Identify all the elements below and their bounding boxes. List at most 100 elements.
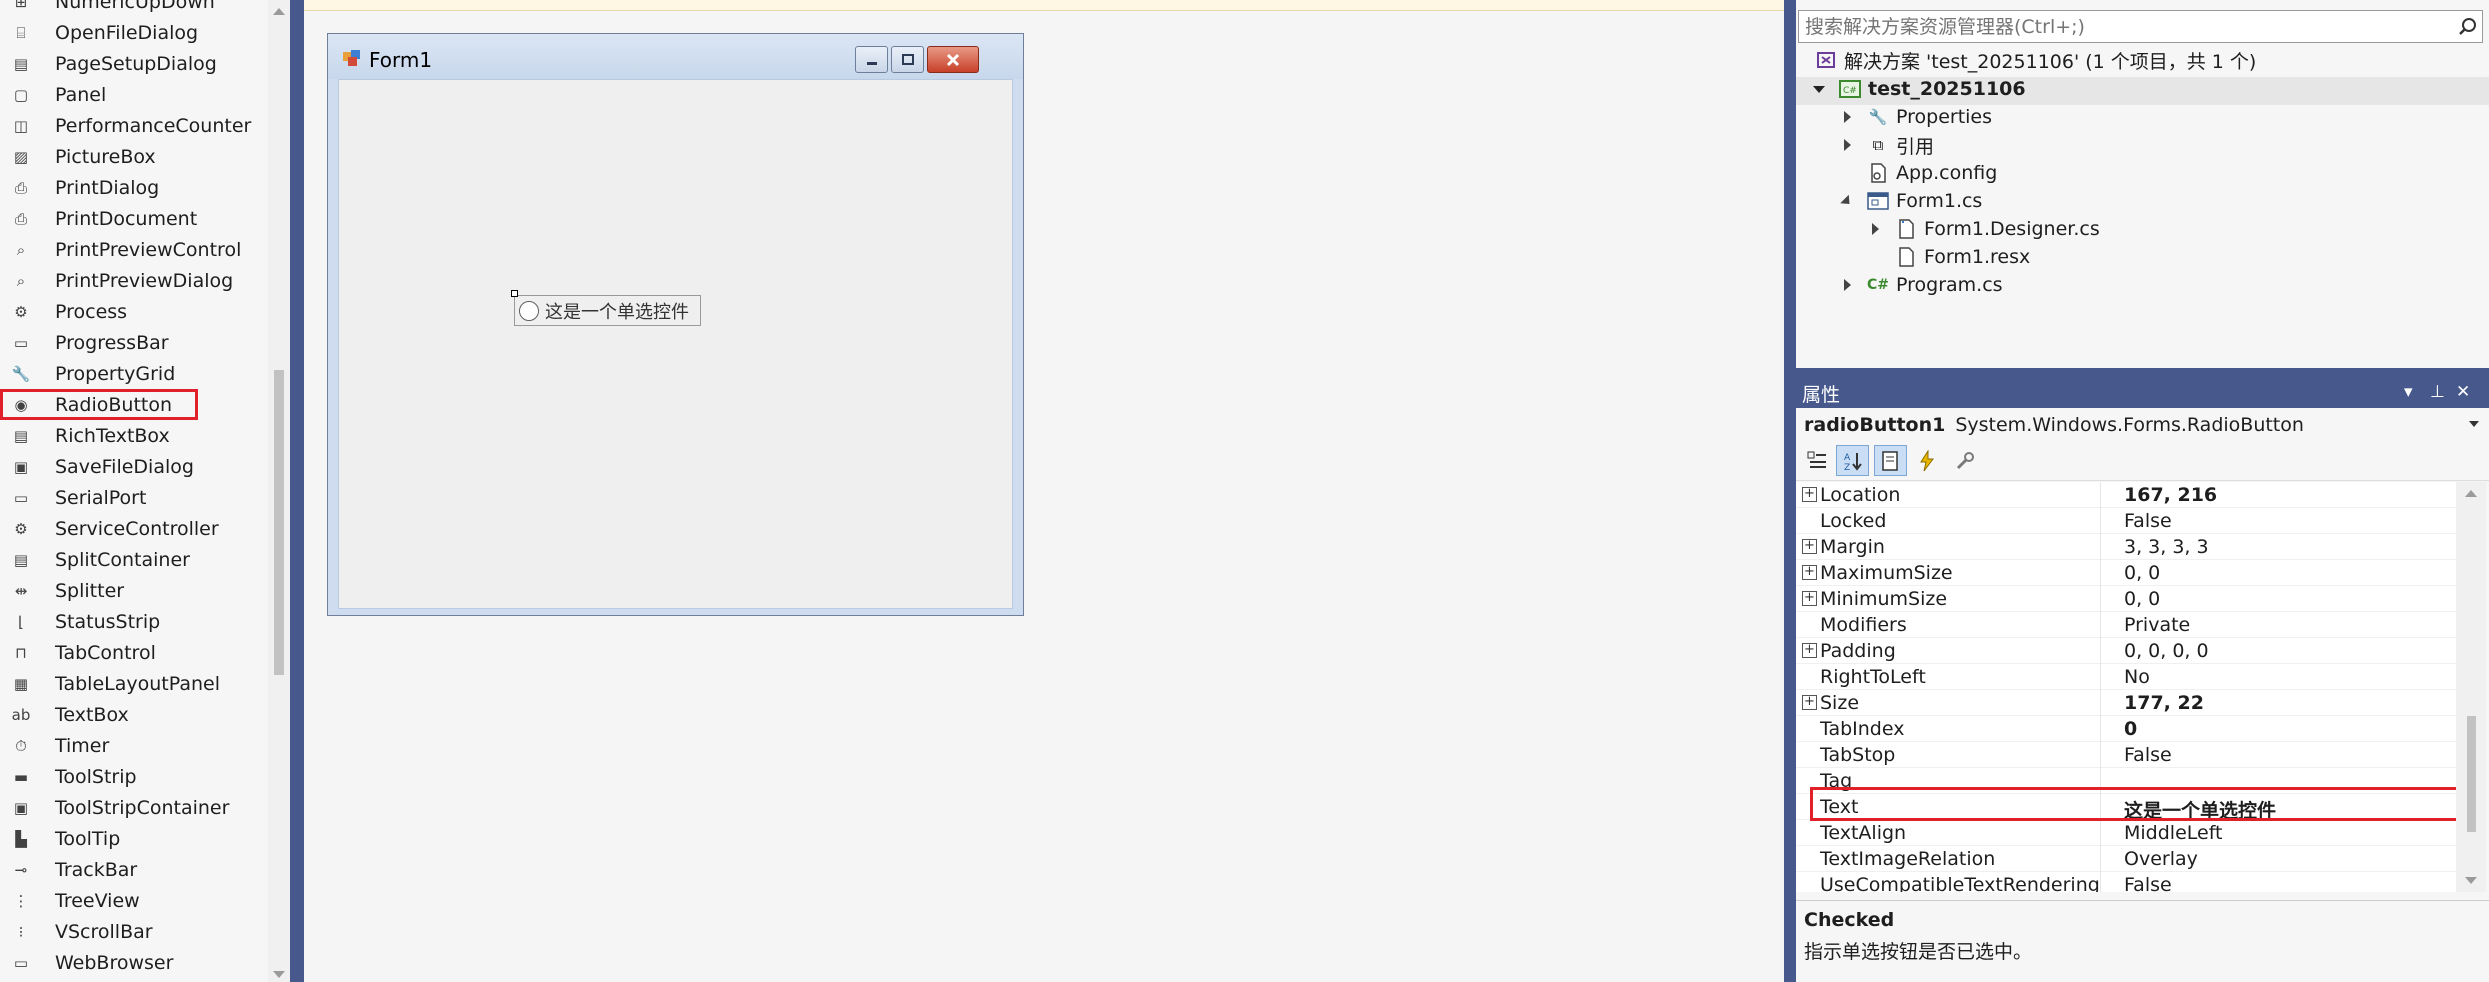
toolbox-item[interactable]: ⏱ Timer bbox=[0, 730, 266, 761]
property-value[interactable]: 0, 0 bbox=[2124, 588, 2160, 610]
pin-icon[interactable]: ⊥ bbox=[2430, 382, 2445, 402]
property-grid-scrollbar[interactable] bbox=[2456, 482, 2486, 892]
tree-references[interactable]: ⧉ 引用 bbox=[1840, 131, 1934, 159]
scroll-up-arrow-icon[interactable] bbox=[2465, 490, 2477, 497]
property-value[interactable]: 0, 0, 0, 0 bbox=[2124, 640, 2209, 662]
scroll-up-arrow-icon[interactable] bbox=[273, 8, 285, 15]
property-row[interactable]: Modifiers Private bbox=[1796, 612, 2466, 638]
minimize-button[interactable] bbox=[855, 46, 888, 73]
property-row[interactable]: + MaximumSize 0, 0 bbox=[1796, 560, 2466, 586]
column-separator[interactable] bbox=[2100, 742, 2101, 768]
toolbox-item[interactable]: ⎙ PrintDocument bbox=[0, 203, 266, 234]
radio-circle-icon[interactable] bbox=[519, 300, 539, 321]
toolbox-item[interactable]: ▦ TableLayoutPanel bbox=[0, 668, 266, 699]
toolbox-item[interactable]: 🔧 PropertyGrid bbox=[0, 358, 266, 389]
toolbox-item[interactable]: ◉ RadioButton bbox=[0, 389, 198, 420]
property-value[interactable]: 3, 3, 3, 3 bbox=[2124, 536, 2209, 558]
property-value[interactable]: False bbox=[2124, 510, 2172, 532]
column-separator[interactable] bbox=[2100, 716, 2101, 742]
toolbox-item[interactable]: ▤ RichTextBox bbox=[0, 420, 266, 451]
expand-plus-icon[interactable]: + bbox=[1802, 539, 1817, 554]
column-separator[interactable] bbox=[2100, 586, 2101, 612]
property-row[interactable]: Locked False bbox=[1796, 508, 2466, 534]
property-value[interactable]: 167, 216 bbox=[2124, 484, 2217, 506]
column-separator[interactable] bbox=[2100, 482, 2101, 508]
property-pages-button[interactable] bbox=[1874, 445, 1907, 476]
toolbox-item[interactable]: ▣ ToolStripContainer bbox=[0, 792, 266, 823]
toolbox-item[interactable]: ▤ PageSetupDialog bbox=[0, 48, 266, 79]
column-separator[interactable] bbox=[2100, 690, 2101, 716]
toolbox-item[interactable]: ▣ SaveFileDialog bbox=[0, 451, 266, 482]
expand-plus-icon[interactable]: + bbox=[1802, 487, 1817, 502]
selection-grip[interactable] bbox=[511, 290, 518, 297]
property-value[interactable]: Overlay bbox=[2124, 848, 2198, 870]
tree-form1-resx[interactable]: Form1.resx bbox=[1894, 243, 2030, 271]
property-row[interactable]: TextImageRelation Overlay bbox=[1796, 846, 2466, 872]
tree-program[interactable]: C# Program.cs bbox=[1840, 271, 2003, 299]
solution-search-input[interactable] bbox=[1805, 12, 2454, 41]
property-value[interactable]: Private bbox=[2124, 614, 2190, 636]
toolbox-item[interactable]: ▭ SerialPort bbox=[0, 482, 266, 513]
expand-plus-icon[interactable]: + bbox=[1802, 695, 1817, 710]
toolbox-splitter[interactable] bbox=[290, 0, 304, 982]
toolbox-item[interactable]: ⇹ Splitter bbox=[0, 575, 266, 606]
maximize-button[interactable] bbox=[891, 46, 924, 73]
property-value[interactable]: MiddleLeft bbox=[2124, 822, 2223, 844]
expand-plus-icon[interactable]: + bbox=[1802, 565, 1817, 580]
property-row[interactable]: TabIndex 0 bbox=[1796, 716, 2466, 742]
scroll-down-arrow-icon[interactable] bbox=[273, 971, 285, 978]
toolbox-item[interactable]: ◫ PerformanceCounter bbox=[0, 110, 266, 141]
property-row[interactable]: UseCompatibleTextRendering False bbox=[1796, 872, 2466, 892]
tree-solution[interactable]: 解决方案 'test_20251106' (1 个项目，共 1 个) bbox=[1814, 46, 2256, 74]
property-value[interactable]: 0, 0 bbox=[2124, 562, 2160, 584]
object-selector[interactable]: radioButton1 System.Windows.Forms.RadioB… bbox=[1796, 408, 2489, 441]
property-row[interactable]: RightToLeft No bbox=[1796, 664, 2466, 690]
property-value[interactable]: No bbox=[2124, 666, 2150, 688]
solution-search-box[interactable] bbox=[1798, 10, 2483, 43]
toolbox-scrollbar[interactable] bbox=[268, 0, 290, 982]
property-row[interactable]: + Location 167, 216 bbox=[1796, 482, 2466, 508]
alphabetical-button[interactable]: AZ bbox=[1836, 445, 1869, 476]
collapse-arrow-icon[interactable] bbox=[1840, 110, 1854, 124]
expand-arrow-icon[interactable] bbox=[1812, 82, 1826, 96]
form1-client-area[interactable]: 这是一个单选控件 bbox=[338, 79, 1013, 609]
form1-window[interactable]: Form1 这是一个单选控件 bbox=[327, 33, 1024, 616]
settings-button[interactable] bbox=[1948, 445, 1981, 476]
events-button[interactable] bbox=[1910, 445, 1943, 476]
form1-title-bar[interactable]: Form1 bbox=[328, 34, 1023, 79]
toolbox-item[interactable]: ▢ Panel bbox=[0, 79, 266, 110]
toolbox-item[interactable]: ⊸ TrackBar bbox=[0, 854, 266, 885]
tree-properties[interactable]: 🔧 Properties bbox=[1840, 103, 1992, 131]
column-separator[interactable] bbox=[2100, 560, 2101, 586]
property-row[interactable]: + Margin 3, 3, 3, 3 bbox=[1796, 534, 2466, 560]
toolbox-item[interactable]: ⚙ Process bbox=[0, 296, 266, 327]
collapse-arrow-icon[interactable] bbox=[1868, 222, 1882, 236]
toolbox-item[interactable]: ⚙ ServiceController bbox=[0, 513, 266, 544]
column-separator[interactable] bbox=[2100, 638, 2101, 664]
toolbox-item[interactable]: ⋮ TreeView bbox=[0, 885, 266, 916]
column-separator[interactable] bbox=[2100, 508, 2101, 534]
property-value[interactable]: False bbox=[2124, 874, 2172, 892]
property-value[interactable]: 177, 22 bbox=[2124, 692, 2204, 714]
toolbox-item[interactable]: ▭ WebBrowser bbox=[0, 947, 266, 978]
panel-splitter[interactable] bbox=[1796, 368, 2489, 378]
property-value[interactable]: False bbox=[2124, 744, 2172, 766]
toolbox-item[interactable]: ▭ ProgressBar bbox=[0, 327, 266, 358]
toolbox-item[interactable]: ▬ ToolStrip bbox=[0, 761, 266, 792]
toolbox-item[interactable]: ▨ PictureBox bbox=[0, 141, 266, 172]
property-value[interactable]: 0 bbox=[2124, 718, 2137, 740]
toolbox-item[interactable]: ⁝ VScrollBar bbox=[0, 916, 266, 947]
toolbox-item[interactable]: ab TextBox bbox=[0, 699, 266, 730]
close-icon[interactable]: ✕ bbox=[2456, 382, 2470, 402]
column-separator[interactable] bbox=[2100, 534, 2101, 560]
toolbox-item[interactable]: ▤ SplitContainer bbox=[0, 544, 266, 575]
column-separator[interactable] bbox=[2100, 820, 2101, 846]
collapse-arrow-icon[interactable] bbox=[1840, 278, 1854, 292]
property-row[interactable]: + Size 177, 22 bbox=[1796, 690, 2466, 716]
designer-splitter[interactable] bbox=[1784, 0, 1796, 982]
property-row[interactable]: TextAlign MiddleLeft bbox=[1796, 820, 2466, 846]
tree-project[interactable]: C# test_20251106 bbox=[1812, 75, 2026, 103]
tree-app-config[interactable]: App.config bbox=[1866, 159, 1997, 187]
column-separator[interactable] bbox=[2100, 872, 2101, 892]
property-row[interactable]: + Padding 0, 0, 0, 0 bbox=[1796, 638, 2466, 664]
